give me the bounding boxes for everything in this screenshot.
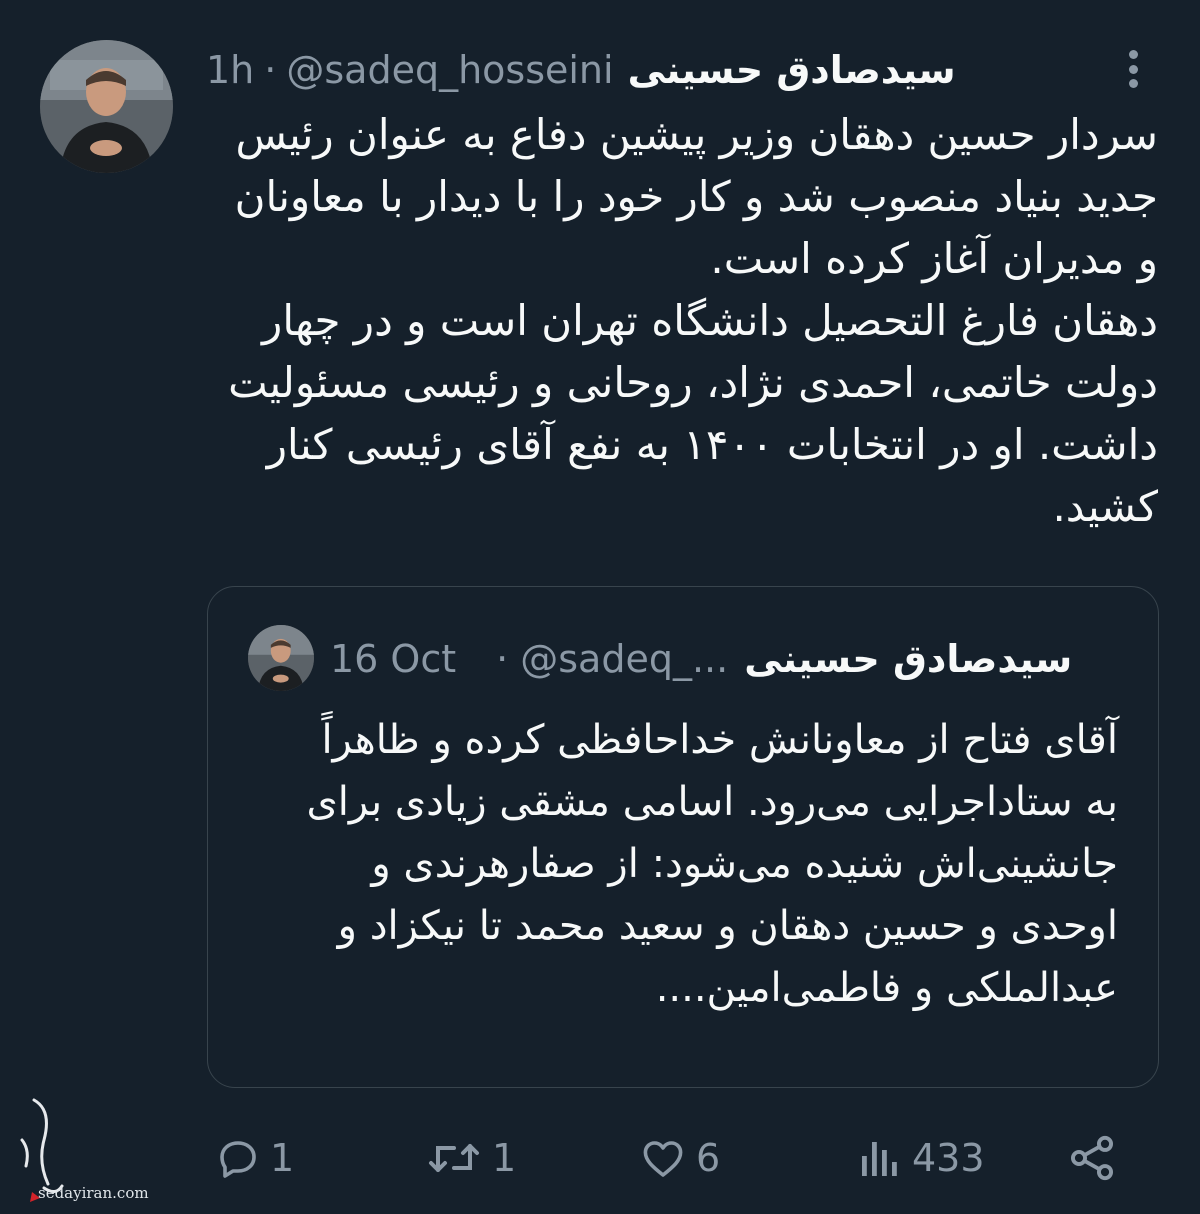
- author-handle[interactable]: @sadeq_hosseini: [286, 48, 613, 92]
- avatar-photo: [40, 40, 173, 173]
- views-icon: [862, 1142, 897, 1176]
- retweet-count: 1: [492, 1136, 517, 1180]
- like-button[interactable]: 6: [638, 1128, 720, 1188]
- share-button[interactable]: [1066, 1128, 1118, 1188]
- quoted-author-avatar: [248, 625, 314, 691]
- header-separator: ·: [264, 48, 277, 92]
- like-count: 6: [696, 1136, 721, 1180]
- more-options-icon[interactable]: [1118, 44, 1148, 94]
- quoted-author-name: سیدصادق حسینی: [744, 637, 1073, 681]
- quoted-avatar-photo: [248, 625, 314, 691]
- tweet-text: سردار حسین دهقان وزیر پیشین دفاع به عنوا…: [228, 110, 1158, 531]
- retweet-icon: [429, 1144, 479, 1172]
- quoted-tweet-timestamp: 16 Oct: [330, 637, 457, 681]
- reply-count: 1: [270, 1136, 295, 1180]
- author-name[interactable]: سیدصادق حسینی: [628, 48, 956, 92]
- watermark-site: sedayiran.com: [38, 1184, 149, 1202]
- views-button[interactable]: 433: [856, 1128, 985, 1188]
- tweet-timestamp[interactable]: 1h: [206, 48, 254, 92]
- heart-icon: [643, 1141, 683, 1177]
- quoted-author-handle: @sadeq_...: [520, 637, 729, 681]
- tweet-header: سیدصادق حسینی @sadeq_hosseini · 1h: [206, 40, 1006, 100]
- share-icon: [1070, 1135, 1114, 1181]
- reply-button[interactable]: 1: [214, 1128, 294, 1188]
- quoted-tweet-text: آقای فتاح از معاونانش خداحافظی کرده و ظا…: [306, 717, 1118, 1011]
- retweet-button[interactable]: 1: [424, 1128, 516, 1188]
- reply-icon: [220, 1141, 256, 1178]
- tweet-action-bar: 1 1 6 433: [0, 1128, 1200, 1188]
- views-count: 433: [912, 1136, 985, 1180]
- quoted-tweet[interactable]: سیدصادق حسینی @sadeq_... · 16 Oct آقای ف…: [207, 586, 1159, 1088]
- author-avatar[interactable]: [40, 40, 173, 173]
- quoted-header-separator: ·: [496, 637, 509, 681]
- quoted-tweet-header: سیدصادق حسینی @sadeq_... · 16 Oct: [330, 629, 1130, 689]
